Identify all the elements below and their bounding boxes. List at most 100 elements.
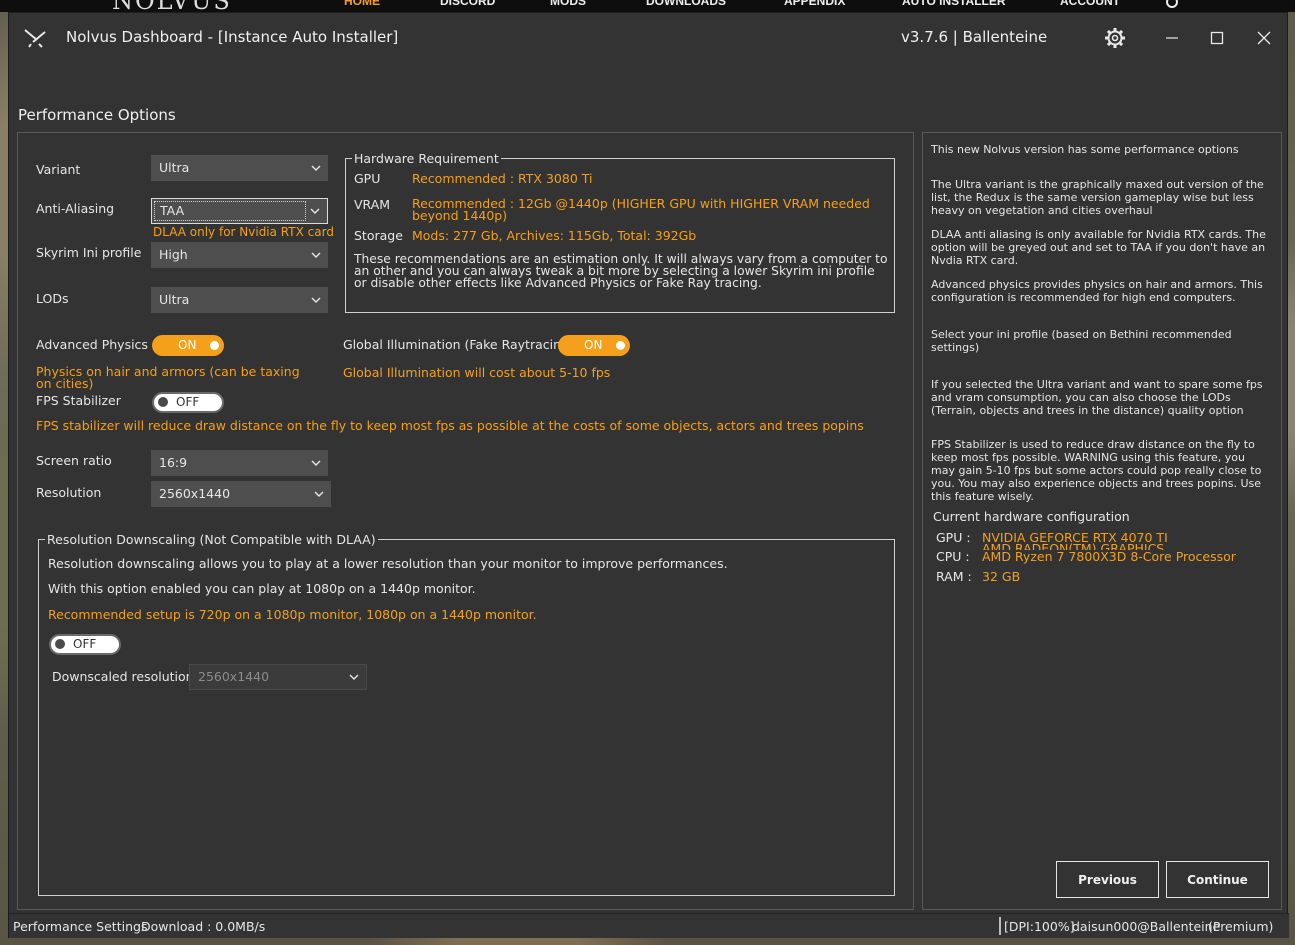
fps-stabilizer-note: FPS stabilizer will reduce draw distance… bbox=[36, 418, 864, 433]
fps-stabilizer-state: OFF bbox=[176, 395, 200, 409]
gear-icon[interactable] bbox=[1103, 26, 1127, 50]
variant-label: Variant bbox=[36, 162, 81, 177]
screen-ratio-label: Screen ratio bbox=[36, 453, 112, 468]
cur-cpu-label: CPU : bbox=[936, 549, 970, 564]
website-nav-downloads[interactable]: DOWNLOADS bbox=[646, 0, 726, 8]
ini-profile-select[interactable]: High bbox=[151, 242, 328, 268]
variant-select[interactable]: Ultra bbox=[151, 155, 328, 181]
hw-disclaimer: These recommendations are an estimation … bbox=[354, 252, 888, 290]
anti-aliasing-note: DLAA only for Nvidia RTX card bbox=[153, 225, 334, 239]
global-illumination-label: Global Illumination (Fake Raytracing) bbox=[343, 337, 574, 352]
anti-aliasing-value: TAA bbox=[160, 203, 185, 218]
info-paragraph-fps: FPS Stabilizer is used to reduce draw di… bbox=[931, 438, 1262, 503]
status-download-speed: Download : 0.0MB/s bbox=[141, 919, 266, 934]
info-paragraph-ini: Select your ini profile (based on Bethin… bbox=[931, 328, 1232, 354]
website-logo: NOLVUS bbox=[112, 0, 232, 12]
fps-stabilizer-label: FPS Stabilizer bbox=[36, 393, 121, 408]
screen-ratio-value: 16:9 bbox=[159, 455, 188, 470]
hardware-requirement-title: Hardware Requirement bbox=[352, 151, 501, 166]
website-nav-auto-installer[interactable]: AUTO INSTALLER bbox=[902, 0, 1006, 8]
website-nav-discord[interactable]: DISCORD bbox=[440, 0, 495, 8]
resolution-downscaling-group: Resolution Downscaling (Not Compatible w… bbox=[38, 532, 895, 896]
info-paragraph-variant: The Ultra variant is the graphically max… bbox=[931, 178, 1264, 217]
chevron-down-icon bbox=[309, 199, 321, 223]
status-separator bbox=[999, 917, 1001, 935]
hw-vram-value: Recommended : 12Gb @1440p (HIGHER GPU wi… bbox=[412, 196, 870, 223]
global-illumination-toggle[interactable]: ON bbox=[558, 335, 630, 356]
website-nav-account[interactable]: ACCOUNT bbox=[1060, 0, 1120, 8]
anti-aliasing-label: Anti-Aliasing bbox=[36, 201, 115, 216]
chevron-down-icon bbox=[310, 242, 322, 268]
hardware-requirement-group: Hardware Requirement GPU Recommended : R… bbox=[345, 151, 895, 313]
hw-gpu-label: GPU bbox=[354, 171, 381, 186]
downscaling-line2: With this option enabled you can play at… bbox=[48, 581, 476, 596]
resolution-label: Resolution bbox=[36, 485, 102, 500]
downscaled-resolution-label: Downscaled resolution bbox=[52, 669, 194, 684]
status-dpi: [DPI:100%] bbox=[1004, 919, 1075, 934]
continue-button[interactable]: Continue bbox=[1166, 861, 1269, 898]
hw-storage-label: Storage bbox=[354, 228, 403, 243]
info-paragraph-dlaa: DLAA anti aliasing is only available for… bbox=[931, 228, 1266, 267]
lods-select[interactable]: Ultra bbox=[151, 287, 328, 313]
status-plan: (Premium) bbox=[1208, 919, 1274, 934]
current-hardware-title: Current hardware configuration bbox=[933, 509, 1130, 524]
lods-value: Ultra bbox=[159, 292, 190, 307]
toggle-knob bbox=[616, 341, 625, 350]
website-nav-mods[interactable]: MODS bbox=[550, 0, 586, 8]
status-bar: Performance Settings Download : 0.0MB/s … bbox=[9, 913, 1289, 938]
chevron-down-icon bbox=[310, 287, 322, 313]
maximize-icon[interactable] bbox=[1205, 26, 1229, 50]
website-nav-home[interactable]: HOME bbox=[344, 0, 380, 8]
downscaling-title: Resolution Downscaling (Not Compatible w… bbox=[45, 532, 378, 547]
cur-gpu-label: GPU : bbox=[936, 530, 971, 545]
title-bar[interactable]: Nolvus Dashboard - [Instance Auto Instal… bbox=[9, 13, 1289, 63]
downscaling-toggle[interactable]: OFF bbox=[49, 634, 121, 655]
help-info-panel: This new Nolvus version has some perform… bbox=[922, 132, 1282, 910]
cur-ram-value: 32 GB bbox=[982, 569, 1021, 584]
screen-ratio-select[interactable]: 16:9 bbox=[151, 450, 328, 476]
resolution-value: 2560x1440 bbox=[159, 486, 231, 501]
chevron-down-icon bbox=[313, 481, 325, 507]
close-icon[interactable] bbox=[1252, 26, 1276, 50]
downscaling-state: OFF bbox=[73, 637, 97, 651]
global-illumination-state: ON bbox=[584, 338, 603, 352]
window-title: Nolvus Dashboard - [Instance Auto Instal… bbox=[66, 28, 399, 46]
performance-options-panel: Variant Ultra Anti-Aliasing TAA DLAA onl… bbox=[17, 132, 914, 910]
info-paragraph-lods: If you selected the Ultra variant and wa… bbox=[931, 378, 1263, 417]
toggle-knob bbox=[210, 341, 219, 350]
advanced-physics-state: ON bbox=[178, 338, 197, 352]
ini-profile-value: High bbox=[159, 247, 188, 262]
downscaled-resolution-select[interactable]: 2560x1440 bbox=[189, 664, 367, 690]
advanced-physics-toggle[interactable]: ON bbox=[152, 335, 224, 356]
downscaling-recommended: Recommended setup is 720p on a 1080p mon… bbox=[48, 607, 537, 622]
anti-aliasing-select[interactable]: TAA bbox=[151, 198, 328, 224]
ini-profile-label: Skyrim Ini profile bbox=[36, 245, 142, 260]
minimize-icon[interactable] bbox=[1160, 26, 1184, 50]
fps-stabilizer-toggle[interactable]: OFF bbox=[152, 392, 224, 413]
page-title: Performance Options bbox=[18, 106, 176, 124]
advanced-physics-label: Advanced Physics bbox=[36, 337, 148, 352]
chevron-down-icon bbox=[310, 155, 322, 181]
advanced-physics-note: Physics on hair and armors (can be taxin… bbox=[36, 364, 300, 391]
version-label: v3.7.6 | Ballenteine bbox=[901, 28, 1048, 46]
toggle-knob bbox=[55, 639, 65, 649]
previous-button[interactable]: Previous bbox=[1056, 861, 1159, 898]
lods-label: LODs bbox=[36, 291, 69, 306]
cur-ram-label: RAM : bbox=[936, 569, 972, 584]
website-nav-appendix[interactable]: APPENDIX bbox=[784, 0, 845, 8]
resolution-select[interactable]: 2560x1440 bbox=[151, 481, 331, 507]
global-illumination-note: Global Illumination will cost about 5-10… bbox=[343, 365, 611, 380]
info-paragraph-intro: This new Nolvus version has some perform… bbox=[931, 143, 1239, 156]
variant-value: Ultra bbox=[159, 160, 190, 175]
cur-cpu-value: AMD Ryzen 7 7800X3D 8-Core Processor bbox=[982, 549, 1236, 564]
downscaled-resolution-value: 2560x1440 bbox=[198, 669, 270, 684]
chevron-down-icon bbox=[310, 450, 322, 476]
hw-vram-label: VRAM bbox=[354, 197, 391, 212]
toggle-knob bbox=[158, 397, 168, 407]
downscaling-line1: Resolution downscaling allows you to pla… bbox=[48, 556, 728, 571]
hw-storage-value: Mods: 277 Gb, Archives: 115Gb, Total: 39… bbox=[412, 228, 697, 243]
website-nav-bar: NOLVUS HOME DISCORD MODS DOWNLOADS APPEN… bbox=[0, 0, 1295, 12]
hw-gpu-value: Recommended : RTX 3080 Ti bbox=[412, 171, 593, 186]
search-icon[interactable] bbox=[1166, 0, 1178, 8]
info-paragraph-physics: Advanced physics provides physics on hai… bbox=[931, 278, 1263, 304]
